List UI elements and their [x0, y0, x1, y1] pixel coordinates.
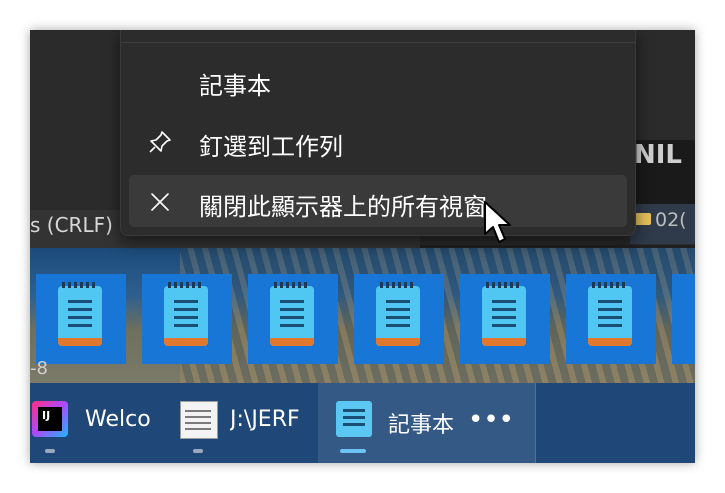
taskbar-item-intellij[interactable]: IJ Welco — [30, 383, 170, 463]
intellij-icon: IJ — [32, 401, 68, 437]
active-indicator — [340, 449, 366, 453]
notepad-window-thumbnail[interactable] — [354, 274, 444, 364]
menu-item-label: 釘選到工作列 — [199, 133, 343, 161]
notepad-icon — [164, 282, 208, 346]
menu-item-label: 關閉此顯示器上的所有視窗 — [199, 193, 487, 221]
notepad-window-thumbnail[interactable] — [36, 274, 126, 364]
notepad-legacy-icon — [180, 401, 218, 439]
notepad-window-thumbnail[interactable] — [460, 274, 550, 364]
notepad-window-thumbnail[interactable] — [142, 274, 232, 364]
running-indicator — [45, 449, 55, 453]
more-options-button[interactable]: ••• — [468, 405, 514, 435]
notepad-icon — [336, 401, 372, 437]
mouse-cursor-icon — [484, 201, 511, 243]
taskbar-item-notepad[interactable]: 記事本 ••• — [318, 383, 536, 463]
taskbar-divider — [535, 383, 536, 463]
notepad-icon — [376, 282, 420, 346]
taskbar-item-label: 記事本 — [388, 413, 455, 438]
folder-label: 02( — [655, 209, 687, 231]
notepad-window-thumbnail[interactable] — [566, 274, 656, 364]
background-right-text: NIL — [634, 140, 683, 170]
taskbar-item-label: Welco — [85, 407, 151, 432]
notepad-icon — [270, 282, 314, 346]
folder-icon — [635, 213, 651, 225]
jump-list-menu: 記事本 釘選到工作列 關閉此顯示器上的所有視窗 — [120, 30, 636, 236]
desktop-screen: s (CRLF) NIL 02( -8 IJ Welco J:\JERF 記事本… — [30, 30, 695, 463]
close-all-windows-item[interactable]: 關閉此顯示器上的所有視窗 — [129, 175, 627, 227]
notepad-icon — [588, 282, 632, 346]
pin-to-taskbar-item[interactable]: 釘選到工作列 — [129, 115, 627, 167]
pin-icon — [147, 129, 173, 155]
line-ending-status: s (CRLF) — [30, 213, 113, 237]
menu-item-label: 記事本 — [199, 72, 271, 100]
window-thumbnail-strip — [30, 268, 695, 368]
running-indicator — [193, 449, 203, 453]
menu-separator — [121, 42, 635, 43]
jump-list-app-notepad[interactable]: 記事本 — [129, 54, 627, 106]
close-icon — [147, 189, 173, 215]
taskbar-item-notepad-legacy[interactable]: J:\JERF — [175, 383, 315, 463]
thumbnail-caption: -8 — [30, 358, 48, 379]
taskbar: IJ Welco J:\JERF 記事本 ••• — [30, 383, 695, 463]
taskbar-item-label: J:\JERF — [230, 407, 300, 432]
notepad-window-thumbnail[interactable] — [672, 274, 695, 364]
notepad-icon — [482, 282, 526, 346]
notepad-window-thumbnail[interactable] — [248, 274, 338, 364]
notepad-icon — [58, 282, 102, 346]
